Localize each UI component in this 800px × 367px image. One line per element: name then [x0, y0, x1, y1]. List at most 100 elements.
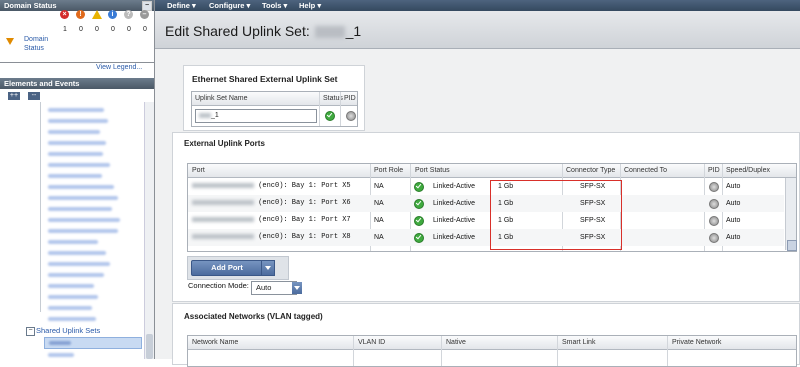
domain-status-label-2: Status — [24, 45, 44, 52]
col-pid: PID — [344, 95, 356, 102]
col-smart-link: Smart Link — [562, 339, 596, 346]
tree-item[interactable] — [48, 130, 100, 134]
count-major: 0 — [79, 26, 83, 33]
menu-configure[interactable]: Configure ▾ — [209, 1, 250, 10]
port-label: (enc0): Bay 1: Port X7 — [258, 216, 351, 224]
redacted-port-prefix — [192, 199, 254, 205]
associated-networks-grid: Network Name VLAN ID Native Smart Link P… — [187, 335, 797, 367]
tree-item[interactable] — [48, 295, 98, 299]
tree-item[interactable] — [48, 207, 112, 211]
elements-events-panel: Elements and Events ++ -- − Shared Uplin… — [0, 78, 154, 359]
expand-all-button[interactable]: ++ — [8, 92, 20, 100]
col-divider — [319, 92, 320, 126]
elements-events-header: Elements and Events — [0, 78, 154, 89]
tree-item[interactable] — [48, 141, 106, 145]
add-port-button[interactable]: Add Port — [191, 260, 263, 276]
tree-scrollbar-thumb[interactable] — [146, 334, 153, 359]
major-icon: ! — [76, 10, 85, 19]
col-pid: PID — [708, 167, 720, 174]
count-warning: 0 — [95, 26, 99, 33]
menu-bar: Define ▾ Configure ▾ Tools ▾ Help ▾ — [155, 0, 800, 11]
tree-item[interactable] — [48, 152, 103, 156]
redacted-port-prefix — [192, 182, 254, 188]
uplink-set-grid-header: Uplink Set Name Status PID — [192, 92, 357, 106]
menu-help[interactable]: Help ▾ — [299, 1, 321, 10]
col-network-name: Network Name — [192, 339, 239, 346]
port-cell: (enc0): Bay 1: Port X7 — [192, 216, 351, 224]
connection-mode-select[interactable]: Auto — [251, 281, 297, 295]
col-port-status: Port Status — [415, 167, 450, 174]
tree-item[interactable] — [48, 284, 94, 288]
add-port-dropdown-icon[interactable] — [261, 260, 275, 276]
menu-tools[interactable]: Tools ▾ — [262, 1, 287, 10]
tree-item[interactable] — [48, 251, 106, 255]
tree-item[interactable] — [48, 240, 98, 244]
tree-item[interactable] — [48, 306, 92, 310]
tree-item[interactable] — [48, 317, 96, 321]
tree-item[interactable] — [48, 229, 118, 233]
col-connected-to: Connected To — [624, 167, 668, 174]
col-port: Port — [192, 167, 205, 174]
uplink-set-grid: Uplink Set Name Status PID _1 — [191, 91, 358, 127]
tree-item[interactable] — [48, 218, 120, 222]
col-uplink-set-name: Uplink Set Name — [195, 95, 248, 102]
redacted-name — [199, 112, 211, 118]
ports-grid-scrollbar[interactable] — [785, 178, 797, 251]
tree-scrollbar[interactable] — [144, 102, 154, 359]
domain-status-link[interactable]: Domain Status — [24, 35, 48, 53]
tree-item[interactable] — [48, 196, 118, 200]
tree-item[interactable] — [48, 185, 114, 189]
pid-icon[interactable] — [709, 182, 719, 192]
port-cell: (enc0): Bay 1: Port X8 — [192, 233, 351, 241]
collapse-all-button[interactable]: -- — [28, 92, 40, 100]
port-status: Linked-Active — [433, 234, 476, 241]
col-native: Native — [446, 339, 466, 346]
col-speed-duplex: Speed/Duplex — [726, 167, 770, 174]
count-info: 0 — [111, 26, 115, 33]
table-row[interactable]: (enc0): Bay 1: Port X6 NA Linked-Active … — [188, 195, 784, 212]
chevron-down-icon[interactable] — [292, 282, 302, 294]
tree-item[interactable] — [48, 262, 110, 266]
external-ports-card: External Uplink Ports Port Port Role Por… — [172, 132, 800, 302]
menu-define[interactable]: Define ▾ — [167, 1, 196, 10]
left-panel: Domain Status − Domain Status × ! i ? – … — [0, 0, 155, 359]
tree-collapse-toggle[interactable]: − — [26, 327, 35, 336]
unknown-icon: ? — [124, 10, 133, 19]
table-row[interactable]: (enc0): Bay 1: Port X7 NA Linked-Active … — [188, 212, 784, 229]
tree-item[interactable] — [48, 163, 110, 167]
tree-item[interactable] — [48, 108, 104, 112]
view-legend-link[interactable]: View Legend... — [96, 64, 142, 71]
speed-duplex: Auto — [726, 183, 741, 190]
linked-ok-icon — [414, 182, 424, 192]
pid-icon[interactable] — [346, 111, 356, 121]
scroll-down-icon[interactable] — [787, 240, 797, 251]
tree-guide-line — [40, 102, 41, 312]
linked-ok-icon — [414, 216, 424, 226]
col-vlan-id: VLAN ID — [358, 339, 386, 346]
pid-icon[interactable] — [709, 233, 719, 243]
tree-item[interactable] — [48, 174, 102, 178]
col-private-network: Private Network — [672, 339, 722, 346]
table-row[interactable]: (enc0): Bay 1: Port X5 NA Linked-Active … — [188, 178, 784, 195]
tree-item[interactable] — [48, 119, 108, 123]
speed-duplex: Auto — [726, 234, 741, 241]
tree-item[interactable] — [48, 273, 104, 277]
page-title-prefix: Edit Shared Uplink Set: — [165, 23, 310, 39]
port-status: Linked-Active — [433, 200, 476, 207]
port-status: Linked-Active — [433, 217, 476, 224]
uplink-set-name-field[interactable]: _1 — [195, 109, 317, 123]
table-row[interactable]: (enc0): Bay 1: Port X8 NA Linked-Active … — [188, 229, 784, 246]
page-title-suffix: _1 — [345, 23, 362, 39]
col-connector-type: Connector Type — [566, 167, 616, 174]
pid-icon[interactable] — [709, 216, 719, 226]
tree-item[interactable] — [48, 353, 74, 357]
associated-networks-card: Associated Networks (VLAN tagged) Networ… — [172, 303, 800, 367]
external-ports-heading: External Uplink Ports — [184, 139, 265, 148]
status-ok-icon — [325, 111, 335, 121]
tree-shared-uplink-sets[interactable]: Shared Uplink Sets — [36, 326, 100, 335]
tree-item-selected[interactable] — [44, 337, 142, 349]
pid-icon[interactable] — [709, 199, 719, 209]
speed-duplex: Auto — [726, 200, 741, 207]
redacted-name — [314, 26, 345, 39]
tree-item-selected-label — [49, 341, 71, 345]
